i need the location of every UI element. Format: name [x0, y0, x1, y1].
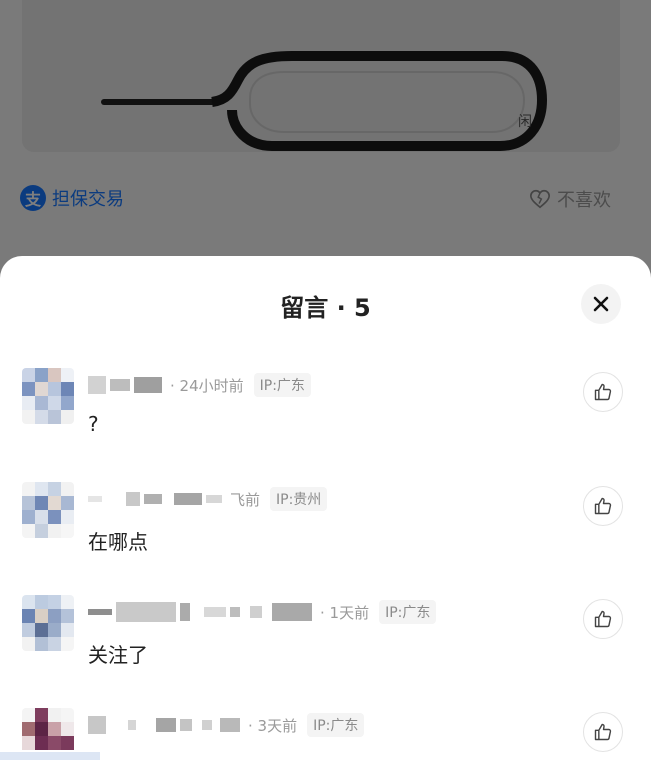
username-blurred[interactable] — [88, 376, 162, 394]
thumbs-up-icon — [594, 723, 612, 741]
thumbs-up-icon — [594, 497, 612, 515]
modal-overlay[interactable] — [0, 0, 651, 300]
comment-text: 关注了 — [88, 643, 148, 667]
avatar[interactable] — [22, 368, 74, 424]
comment-time: · 24小时前 — [170, 376, 244, 395]
comment-meta: 飞前 IP:贵州 — [88, 486, 328, 512]
comment-meta: · 24小时前 IP:广东 — [88, 372, 311, 398]
comment-item: · 1天前 IP:广东 关注了 — [0, 595, 651, 708]
comment-item: 飞前 IP:贵州 在哪点 — [0, 482, 651, 595]
comment-time: 飞前 — [230, 490, 261, 509]
comment-meta: · 3天前 IP:广东 — [88, 712, 365, 738]
comment-meta: · 1天前 IP:广东 — [88, 599, 437, 625]
sheet-header: 留言 · 5 — [0, 256, 651, 352]
comment-item: · 24小时前 IP:广东 ? — [0, 368, 651, 481]
like-button[interactable] — [583, 486, 623, 526]
ip-location: IP:广东 — [307, 713, 365, 737]
ip-location: IP:广东 — [379, 600, 437, 624]
thumbs-up-icon — [594, 610, 612, 628]
like-button[interactable] — [583, 599, 623, 639]
comment-time: · 3天前 — [248, 716, 298, 735]
home-indicator-strip — [0, 752, 100, 760]
username-blurred[interactable] — [88, 716, 240, 734]
comment-text: 在哪点 — [88, 530, 148, 554]
avatar[interactable] — [22, 595, 74, 651]
like-button[interactable] — [583, 372, 623, 412]
ip-location: IP:贵州 — [270, 487, 328, 511]
like-button[interactable] — [583, 712, 623, 752]
comment-text: ? — [88, 412, 99, 436]
close-button[interactable] — [581, 284, 621, 324]
avatar[interactable] — [22, 482, 74, 538]
ip-location: IP:广东 — [253, 373, 311, 397]
close-icon — [593, 296, 609, 312]
username-blurred[interactable] — [88, 602, 312, 622]
thumbs-up-icon — [594, 383, 612, 401]
comments-sheet: 留言 · 5 · 24小时前 IP:广东 ? 飞前 IP:贵州 在哪点 · 1天… — [0, 256, 651, 760]
sheet-title: 留言 · 5 — [280, 294, 371, 322]
comment-time: · 1天前 — [320, 603, 370, 622]
username-blurred[interactable] — [88, 492, 222, 506]
